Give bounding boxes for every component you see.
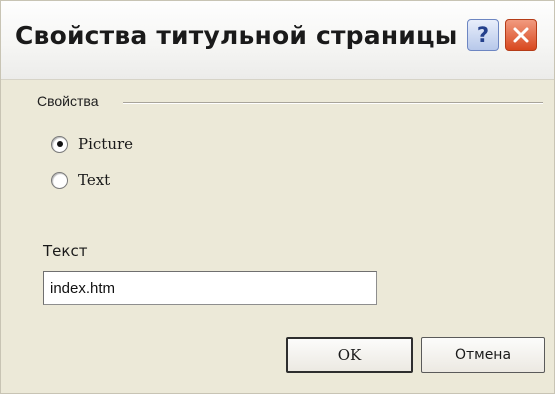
radio-text[interactable]: Text: [51, 171, 110, 189]
radio-selected-dot-icon: [56, 141, 63, 147]
question-mark-icon: ?: [476, 23, 490, 47]
radio-label-picture: Picture: [78, 135, 134, 153]
properties-dialog: Свойства титульной страницы ? Свойства P…: [0, 0, 555, 394]
radio-button-picture[interactable]: [51, 135, 68, 153]
dialog-title: Свойства титульной страницы: [15, 21, 458, 50]
title-bar[interactable]: Свойства титульной страницы ?: [1, 1, 554, 80]
radio-label-text: Text: [78, 171, 111, 189]
help-button[interactable]: ?: [467, 19, 499, 51]
close-button[interactable]: [505, 19, 537, 51]
cancel-button[interactable]: Отмена: [421, 337, 545, 373]
text-input[interactable]: [43, 271, 377, 305]
radio-picture[interactable]: Picture: [51, 135, 133, 153]
group-label: Свойства: [37, 93, 101, 109]
radio-button-text[interactable]: [51, 171, 68, 189]
close-icon: [513, 27, 529, 43]
ok-button[interactable]: OK: [286, 337, 413, 373]
text-field-label: Текст: [43, 242, 88, 260]
group-divider: [123, 102, 543, 104]
